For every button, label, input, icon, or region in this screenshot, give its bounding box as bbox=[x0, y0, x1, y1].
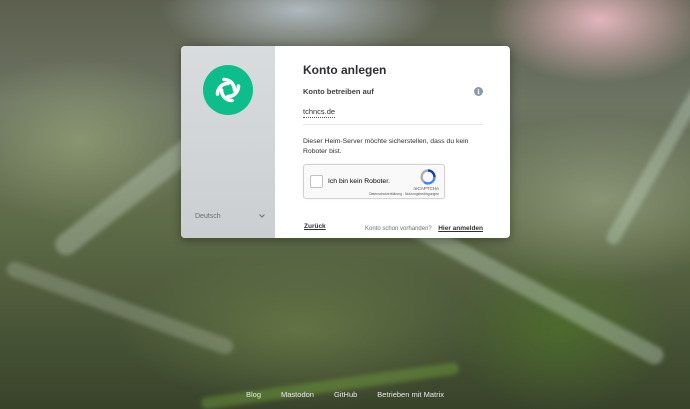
language-label: Deutsch bbox=[195, 213, 221, 220]
dialog-sidebar: Deutsch bbox=[181, 46, 275, 238]
language-selector[interactable]: Deutsch bbox=[195, 213, 265, 220]
element-logo-icon bbox=[203, 65, 253, 115]
recaptcha-checkbox[interactable] bbox=[310, 175, 323, 188]
login-question: Konto schon vorhanden? bbox=[365, 226, 432, 232]
recaptcha-checkbox-label: Ich bin kein Roboter. bbox=[328, 178, 390, 185]
captcha-description: Dieser Heim-Server möchte sicherstellen,… bbox=[303, 138, 469, 155]
recaptcha-widget: Ich bin kein Roboter. reCAPTCHA Datensch… bbox=[303, 164, 445, 199]
recaptcha-brand: reCAPTCHA bbox=[413, 186, 439, 191]
divider bbox=[303, 124, 483, 125]
homeserver-row: Konto betreiben auf i bbox=[303, 87, 483, 96]
back-link[interactable]: Zurück bbox=[304, 223, 326, 230]
recaptcha-terms-link[interactable]: Datenschutzerklärung - Nutzungsbedingung… bbox=[369, 192, 439, 196]
footer-links: Blog Mastodon GitHub Betrieben mit Matri… bbox=[0, 390, 690, 399]
login-link[interactable]: Hier anmelden bbox=[438, 225, 483, 232]
footer-link-blog[interactable]: Blog bbox=[246, 390, 261, 399]
grass-blade bbox=[603, 66, 690, 248]
grass-blade bbox=[4, 259, 236, 357]
dialog-footer: Zurück Konto schon vorhanden? Hier anmel… bbox=[304, 217, 483, 235]
footer-link-github[interactable]: GitHub bbox=[334, 390, 357, 399]
footer-link-matrix[interactable]: Betrieben mit Matrix bbox=[377, 390, 444, 399]
dialog-title: Konto anlegen bbox=[303, 63, 387, 77]
homeserver-value[interactable]: tchncs.de bbox=[303, 107, 336, 118]
info-icon[interactable]: i bbox=[474, 87, 483, 96]
registration-dialog: Deutsch Konto anlegen Konto betreiben au… bbox=[181, 46, 510, 238]
grass-blade bbox=[200, 361, 460, 409]
dialog-content: Konto anlegen Konto betreiben auf i tchn… bbox=[275, 46, 510, 238]
homeserver-label: Konto betreiben auf bbox=[303, 87, 374, 96]
login-prompt: Konto schon vorhanden? Hier anmelden bbox=[365, 217, 483, 235]
recaptcha-logo-icon bbox=[420, 169, 436, 185]
footer-link-mastodon[interactable]: Mastodon bbox=[281, 390, 314, 399]
chevron-down-icon bbox=[259, 213, 265, 220]
